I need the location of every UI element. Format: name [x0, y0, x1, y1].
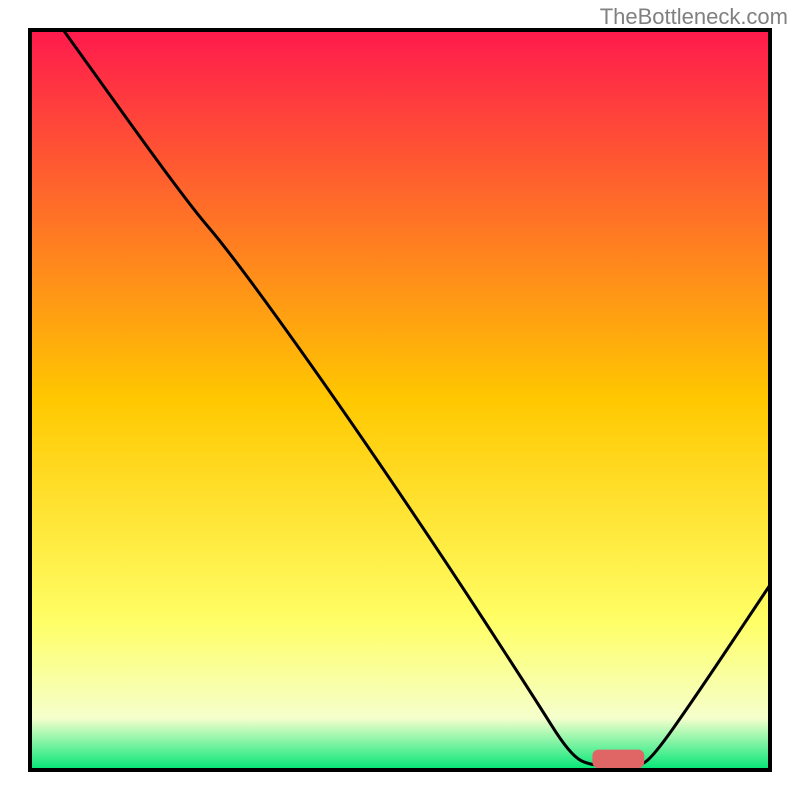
- chart-container: TheBottleneck.com: [0, 0, 800, 800]
- plot-background: [30, 30, 770, 770]
- optimal-marker: [592, 750, 644, 769]
- bottleneck-chart: [0, 0, 800, 800]
- watermark-text: TheBottleneck.com: [600, 4, 788, 30]
